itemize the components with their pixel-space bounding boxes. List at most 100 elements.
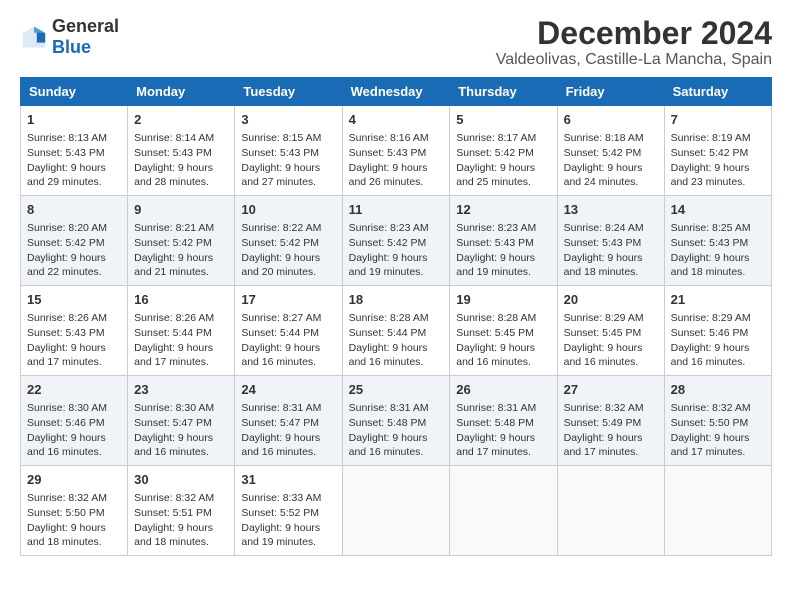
sunrise-text: Sunrise: 8:23 AM (349, 221, 444, 236)
day-number: 10 (241, 201, 335, 219)
calendar-cell: 26Sunrise: 8:31 AMSunset: 5:48 PMDayligh… (450, 376, 557, 466)
sunrise-text: Sunrise: 8:20 AM (27, 221, 121, 236)
sunrise-text: Sunrise: 8:29 AM (564, 311, 658, 326)
logo-text: General Blue (52, 16, 119, 58)
daylight-text: Daylight: 9 hours and 29 minutes. (27, 161, 121, 190)
calendar-cell: 9Sunrise: 8:21 AMSunset: 5:42 PMDaylight… (128, 196, 235, 286)
main-title: December 2024 (496, 16, 772, 51)
daylight-text: Daylight: 9 hours and 23 minutes. (671, 161, 765, 190)
day-number: 20 (564, 291, 658, 309)
calendar-cell: 7Sunrise: 8:19 AMSunset: 5:42 PMDaylight… (664, 106, 771, 196)
daylight-text: Daylight: 9 hours and 17 minutes. (27, 341, 121, 370)
daylight-text: Daylight: 9 hours and 26 minutes. (349, 161, 444, 190)
sunset-text: Sunset: 5:43 PM (27, 326, 121, 341)
sunset-text: Sunset: 5:45 PM (564, 326, 658, 341)
calendar-cell: 23 Sunrise: 8:30 AMSunset: 5:47 PMDayligh… (128, 376, 235, 466)
daylight-text: Daylight: 9 hours and 16 minutes. (134, 431, 228, 460)
daylight-text: Daylight: 9 hours and 16 minutes. (27, 431, 121, 460)
day-number: 4 (349, 111, 444, 129)
calendar-cell: 30Sunrise: 8:32 AMSunset: 5:51 PMDayligh… (128, 465, 235, 555)
day-number: 23 (134, 381, 228, 399)
sunrise-text: Sunrise: 8:15 AM (241, 131, 335, 146)
calendar-cell: 27Sunrise: 8:32 AMSunset: 5:49 PMDayligh… (557, 376, 664, 466)
calendar-cell: 10Sunrise: 8:22 AMSunset: 5:42 PMDayligh… (235, 196, 342, 286)
calendar-cell: 25Sunrise: 8:31 AMSunset: 5:48 PMDayligh… (342, 376, 450, 466)
calendar-cell: 20Sunrise: 8:29 AMSunset: 5:45 PMDayligh… (557, 286, 664, 376)
daylight-text: Daylight: 9 hours and 22 minutes. (27, 251, 121, 280)
daylight-text: Daylight: 9 hours and 16 minutes. (241, 341, 335, 370)
daylight-text: Daylight: 9 hours and 25 minutes. (456, 161, 550, 190)
daylight-text: Daylight: 9 hours and 27 minutes. (241, 161, 335, 190)
sunset-text: Sunset: 5:46 PM (27, 416, 121, 431)
sunset-text: Sunset: 5:43 PM (671, 236, 765, 251)
day-number: 31 (241, 471, 335, 489)
calendar-week-row: 8Sunrise: 8:20 AMSunset: 5:42 PMDaylight… (21, 196, 772, 286)
daylight-text: Daylight: 9 hours and 18 minutes. (671, 251, 765, 280)
calendar-cell: 13Sunrise: 8:24 AMSunset: 5:43 PMDayligh… (557, 196, 664, 286)
calendar-cell: 3 Sunrise: 8:15 AMSunset: 5:43 PMDaylight… (235, 106, 342, 196)
daylight-text: Daylight: 9 hours and 17 minutes. (456, 431, 550, 460)
sunset-text: Sunset: 5:43 PM (456, 236, 550, 251)
sunrise-text: Sunrise: 8:31 AM (456, 401, 550, 416)
calendar-cell (664, 465, 771, 555)
sunset-text: Sunset: 5:46 PM (671, 326, 765, 341)
sunset-text: Sunset: 5:43 PM (134, 146, 228, 161)
sunset-text: Sunset: 5:42 PM (241, 236, 335, 251)
sunset-text: Sunset: 5:43 PM (27, 146, 121, 161)
sunrise-text: Sunrise: 8:19 AM (671, 131, 765, 146)
header: General Blue December 2024 Valdeolivas, … (20, 16, 772, 69)
calendar-cell: 22Sunrise: 8:30 AMSunset: 5:46 PMDayligh… (21, 376, 128, 466)
daylight-text: Daylight: 9 hours and 16 minutes. (456, 341, 550, 370)
day-number: 29 (27, 471, 121, 489)
sunset-text: Sunset: 5:44 PM (349, 326, 444, 341)
calendar-cell: 18Sunrise: 8:28 AMSunset: 5:44 PMDayligh… (342, 286, 450, 376)
day-number: 5 (456, 111, 550, 129)
sunrise-text: Sunrise: 8:32 AM (671, 401, 765, 416)
sunset-text: Sunset: 5:47 PM (134, 416, 228, 431)
sunrise-text: Sunrise: 8:25 AM (671, 221, 765, 236)
calendar-cell: 4Sunrise: 8:16 AMSunset: 5:43 PMDaylight… (342, 106, 450, 196)
title-block: December 2024 Valdeolivas, Castille-La M… (496, 16, 772, 69)
daylight-text: Daylight: 9 hours and 16 minutes. (349, 431, 444, 460)
daylight-text: Daylight: 9 hours and 28 minutes. (134, 161, 228, 190)
sunrise-text: Sunrise: 8:30 AM (134, 401, 228, 416)
calendar-week-row: 29Sunrise: 8:32 AMSunset: 5:50 PMDayligh… (21, 465, 772, 555)
day-number: 21 (671, 291, 765, 309)
sunset-text: Sunset: 5:45 PM (456, 326, 550, 341)
logo: General Blue (20, 16, 119, 58)
sunset-text: Sunset: 5:43 PM (564, 236, 658, 251)
daylight-text: Daylight: 9 hours and 16 minutes. (241, 431, 335, 460)
sunset-text: Sunset: 5:47 PM (241, 416, 335, 431)
sunrise-text: Sunrise: 8:23 AM (456, 221, 550, 236)
day-number: 22 (27, 381, 121, 399)
calendar-cell (557, 465, 664, 555)
day-number: 16 (134, 291, 228, 309)
sunset-text: Sunset: 5:42 PM (456, 146, 550, 161)
calendar-cell (450, 465, 557, 555)
sunrise-text: Sunrise: 8:27 AM (241, 311, 335, 326)
logo-blue: Blue (52, 37, 91, 57)
sunrise-text: Sunrise: 8:22 AM (241, 221, 335, 236)
day-number: 14 (671, 201, 765, 219)
day-number: 3 (241, 111, 335, 129)
column-header-monday: Monday (128, 78, 235, 106)
column-header-tuesday: Tuesday (235, 78, 342, 106)
sunrise-text: Sunrise: 8:14 AM (134, 131, 228, 146)
sunset-text: Sunset: 5:43 PM (349, 146, 444, 161)
sunrise-text: Sunrise: 8:24 AM (564, 221, 658, 236)
day-number: 1 (27, 111, 121, 129)
day-number: 26 (456, 381, 550, 399)
calendar-cell: 2Sunrise: 8:14 AMSunset: 5:43 PMDaylight… (128, 106, 235, 196)
column-header-saturday: Saturday (664, 78, 771, 106)
day-number: 15 (27, 291, 121, 309)
daylight-text: Daylight: 9 hours and 24 minutes. (564, 161, 658, 190)
sunset-text: Sunset: 5:44 PM (241, 326, 335, 341)
sunset-text: Sunset: 5:42 PM (134, 236, 228, 251)
calendar-cell: 8Sunrise: 8:20 AMSunset: 5:42 PMDaylight… (21, 196, 128, 286)
daylight-text: Daylight: 9 hours and 17 minutes. (564, 431, 658, 460)
sunset-text: Sunset: 5:42 PM (27, 236, 121, 251)
sunset-text: Sunset: 5:43 PM (241, 146, 335, 161)
calendar-week-row: 22Sunrise: 8:30 AMSunset: 5:46 PMDayligh… (21, 376, 772, 466)
daylight-text: Daylight: 9 hours and 19 minutes. (241, 521, 335, 550)
sunrise-text: Sunrise: 8:31 AM (241, 401, 335, 416)
